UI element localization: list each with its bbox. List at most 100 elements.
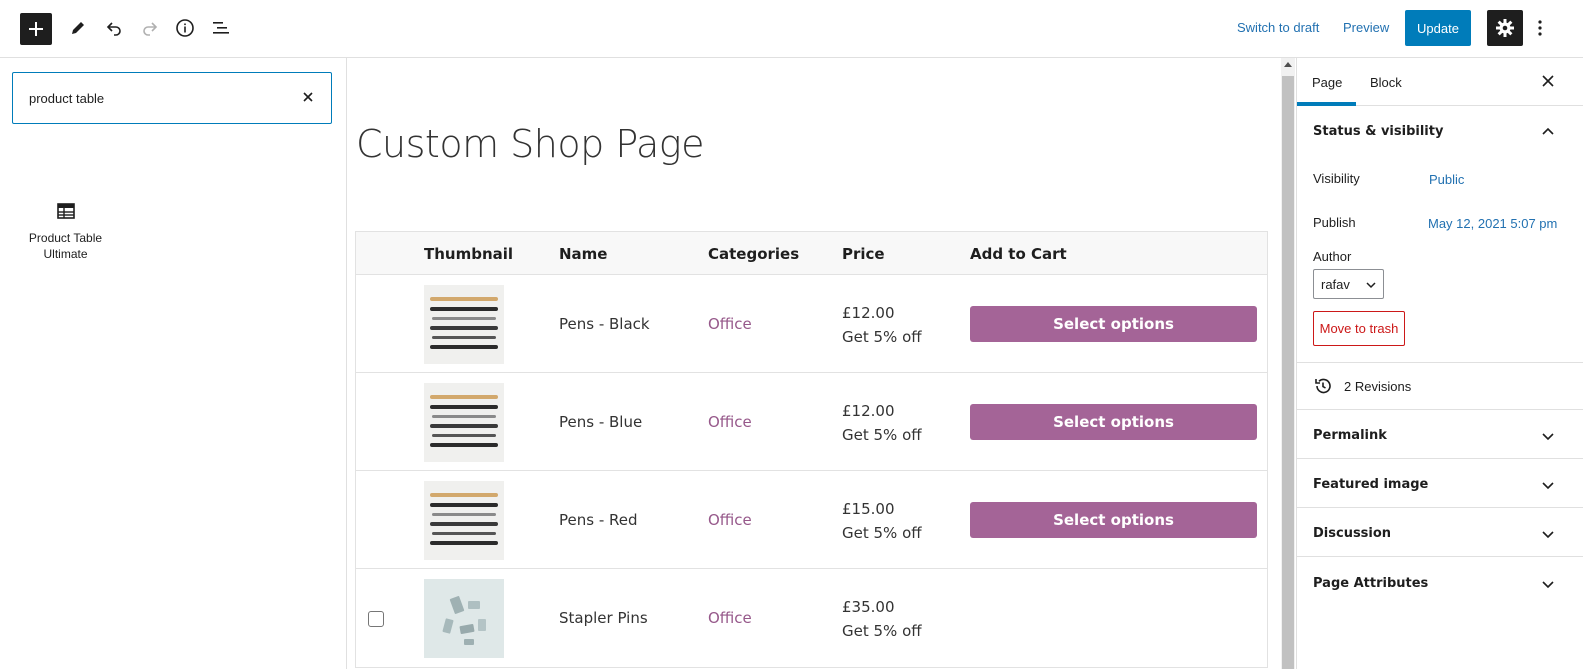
revisions-label: 2 Revisions xyxy=(1344,378,1412,394)
block-search[interactable] xyxy=(12,72,332,124)
chevron-down-icon[interactable] xyxy=(1541,577,1555,591)
switch-to-draft-link[interactable]: Switch to draft xyxy=(1237,20,1319,35)
product-category-link[interactable]: Office xyxy=(708,609,752,627)
publish-date-toggle[interactable]: May 12, 2021 5:07 pm xyxy=(1428,216,1557,231)
product-name[interactable]: Pens - Black xyxy=(559,315,650,333)
discount-text: Get 5% off xyxy=(842,622,922,640)
column-header-thumbnail: Thumbnail xyxy=(424,245,514,263)
author-select[interactable]: rafav xyxy=(1313,269,1384,299)
scroll-up-arrow-icon[interactable] xyxy=(1284,62,1292,67)
author-label: Author xyxy=(1313,249,1352,264)
chevron-down-icon[interactable] xyxy=(1541,527,1555,541)
history-icon xyxy=(1315,378,1331,394)
select-options-button[interactable]: Select options xyxy=(970,502,1257,538)
table-row: Stapler Pins Office £35.00 Get 5% off xyxy=(356,569,1267,667)
product-name[interactable]: Stapler Pins xyxy=(559,609,648,627)
product-price: £15.00 Get 5% off xyxy=(842,497,922,545)
product-table: Thumbnail Name Categories Price Add to C… xyxy=(355,231,1268,668)
status-visibility-heading[interactable]: Status & visibility xyxy=(1313,124,1443,139)
settings-sidebar: Page Block Status & visibility Visibilit… xyxy=(1296,58,1583,669)
visibility-label: Visibility xyxy=(1313,171,1360,186)
divider xyxy=(1297,362,1583,363)
panel-page-attributes[interactable]: Page Attributes xyxy=(1313,576,1428,591)
tab-block[interactable]: Block xyxy=(1370,75,1402,90)
add-block-button[interactable] xyxy=(20,13,52,45)
column-header-name: Name xyxy=(559,245,608,263)
divider xyxy=(1297,409,1583,410)
redo-button[interactable] xyxy=(134,12,166,44)
settings-button[interactable] xyxy=(1487,10,1523,46)
canvas-scrollbar-thumb[interactable] xyxy=(1282,76,1294,669)
chevron-down-icon[interactable] xyxy=(1541,429,1555,443)
chevron-up-icon[interactable] xyxy=(1541,124,1555,138)
price-value: £35.00 xyxy=(842,598,895,616)
discount-text: Get 5% off xyxy=(842,524,922,542)
gear-icon xyxy=(1496,19,1514,37)
product-thumbnail[interactable] xyxy=(424,285,504,364)
undo-button[interactable] xyxy=(98,12,130,44)
panel-permalink[interactable]: Permalink xyxy=(1313,428,1387,443)
product-name[interactable]: Pens - Red xyxy=(559,511,638,529)
table-row: Pens - Black Office £12.00 Get 5% off Se… xyxy=(356,275,1267,373)
price-value: £12.00 xyxy=(842,402,895,420)
block-item-product-table-ultimate[interactable]: Product Table Ultimate xyxy=(18,196,113,276)
pencil-icon xyxy=(72,22,84,34)
product-thumbnail[interactable] xyxy=(424,383,504,462)
publish-label: Publish xyxy=(1313,215,1356,230)
author-selected-value: rafav xyxy=(1321,277,1350,292)
close-icon[interactable] xyxy=(1541,74,1555,88)
column-header-price: Price xyxy=(842,245,885,263)
chevron-down-icon xyxy=(1366,282,1376,289)
table-row: Pens - Blue Office £12.00 Get 5% off Sel… xyxy=(356,373,1267,471)
product-price: £12.00 Get 5% off xyxy=(842,399,922,447)
visibility-toggle[interactable]: Public xyxy=(1429,172,1464,187)
discount-text: Get 5% off xyxy=(842,426,922,444)
block-inserter-panel: Product Table Ultimate xyxy=(0,58,347,669)
select-options-button[interactable]: Select options xyxy=(970,404,1257,440)
panel-featured-image[interactable]: Featured image xyxy=(1313,477,1428,492)
revisions-link[interactable]: 2 Revisions xyxy=(1313,376,1411,396)
plus-icon xyxy=(29,22,43,36)
product-thumbnail[interactable] xyxy=(424,481,504,560)
editor-toolbar: Switch to draft Preview Update xyxy=(0,0,1583,58)
tools-button[interactable] xyxy=(62,12,94,44)
sidebar-tabs: Page Block xyxy=(1297,58,1583,106)
table-header: Thumbnail Name Categories Price Add to C… xyxy=(356,232,1267,275)
info-icon xyxy=(176,19,194,37)
column-header-categories: Categories xyxy=(708,245,800,263)
details-button[interactable] xyxy=(169,12,201,44)
update-button[interactable]: Update xyxy=(1405,10,1471,46)
chevron-down-icon[interactable] xyxy=(1541,478,1555,492)
divider xyxy=(1297,507,1583,508)
clear-search-button[interactable] xyxy=(299,88,317,106)
more-options-button[interactable] xyxy=(1532,12,1548,44)
table-icon xyxy=(56,203,75,219)
product-category-link[interactable]: Office xyxy=(708,315,752,333)
move-to-trash-button[interactable]: Move to trash xyxy=(1313,311,1405,346)
price-value: £15.00 xyxy=(842,500,895,518)
product-category-link[interactable]: Office xyxy=(708,413,752,431)
product-thumbnail[interactable] xyxy=(424,579,504,658)
close-icon xyxy=(303,92,313,102)
panel-discussion[interactable]: Discussion xyxy=(1313,526,1391,541)
vertical-ellipsis-icon xyxy=(1538,20,1542,36)
column-header-add-to-cart: Add to Cart xyxy=(970,245,1067,263)
product-name[interactable]: Pens - Blue xyxy=(559,413,642,431)
tab-page[interactable]: Page xyxy=(1312,75,1342,90)
editor-canvas[interactable]: Custom Shop Page Thumbnail Name Categori… xyxy=(348,58,1281,669)
divider xyxy=(1297,556,1583,557)
row-select-checkbox[interactable] xyxy=(368,611,384,627)
undo-icon xyxy=(106,22,121,36)
block-item-label: Product Table Ultimate xyxy=(28,231,103,261)
list-view-button[interactable] xyxy=(205,12,237,44)
table-row: Pens - Red Office £15.00 Get 5% off Sele… xyxy=(356,471,1267,569)
select-options-button[interactable]: Select options xyxy=(970,306,1257,342)
active-tab-indicator xyxy=(1297,102,1356,106)
divider xyxy=(1297,458,1583,459)
redo-icon xyxy=(143,22,158,36)
discount-text: Get 5% off xyxy=(842,328,922,346)
product-category-link[interactable]: Office xyxy=(708,511,752,529)
preview-link[interactable]: Preview xyxy=(1343,20,1389,35)
block-search-input[interactable] xyxy=(29,87,279,109)
page-title[interactable]: Custom Shop Page xyxy=(356,122,705,166)
